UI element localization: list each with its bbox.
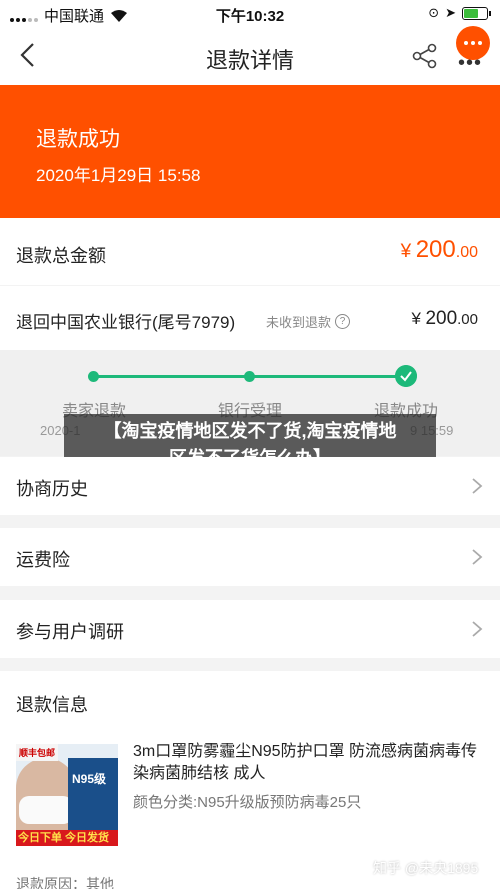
refund-bank-amount: ¥ 200.00 [412,308,478,330]
negotiation-history-label: 协商历史 [16,479,88,499]
amount-integer: 200 [415,236,456,263]
negotiation-history-row[interactable]: 协商历史 [0,457,500,515]
progress-dot [88,371,99,382]
progress-dot [244,371,255,382]
amount-decimal: .00 [455,244,478,261]
shipping-insurance-row[interactable]: 运费险 [0,528,500,586]
refund-status-banner: 退款成功 2020年1月29日 15:58 [0,85,500,218]
product-thumbnail[interactable]: N95级 顺丰包邮 今日下单 今日发货 [16,744,118,846]
shipping-badge: 顺丰包邮 [16,744,59,761]
question-icon: ? [335,314,351,329]
currency-symbol: ¥ [411,309,421,328]
product-spec: 颜色分类:N95升级版预防病毒25只 [133,794,362,811]
chevron-right-icon [472,478,483,494]
chevron-right-icon [472,621,483,637]
rotation-lock-icon: ⊙ [428,5,440,20]
refund-bank-label: 退回中国农业银行(尾号7979) [16,313,236,332]
caption-line: 【淘宝疫情地区发不了货,淘宝疫情地 [103,421,397,441]
clock: 下午10:32 [215,8,285,25]
currency-symbol: ¥ [400,241,412,262]
user-research-row[interactable]: 参与用户调研 [0,600,500,658]
mask-figure [19,796,73,824]
refund-info-section: 退款信息 N95级 顺丰包邮 今日下单 今日发货 3m口罩防雾霾尘N95防护口罩… [0,671,500,889]
not-received-label: 未收到退款 [266,315,332,330]
watermark: 知乎 @未央1895 [373,860,479,876]
location-icon: ➤ [445,5,456,20]
refund-date: 2020年1月29日 15:58 [36,166,201,185]
share-icon[interactable] [411,42,439,70]
chevron-right-icon [472,549,483,565]
box-label: N95级 [72,772,107,786]
same-day-badge: 今日下单 今日发货 [16,830,118,846]
amount-integer: 200 [425,308,458,329]
refund-total-row: 退款总金额 ¥ 200.00 [0,218,500,285]
status-icons: ⊙ ➤ [428,5,491,21]
refund-status: 退款成功 [36,128,120,151]
ellipsis-icon[interactable]: ••• [458,52,482,75]
shipping-insurance-label: 运费险 [16,550,70,570]
product-box: N95级 [68,758,118,840]
refund-total-amount: ¥ 200.00 [401,236,478,264]
battery-icon [462,6,491,20]
refund-info-heading: 退款信息 [16,695,88,715]
user-research-label: 参与用户调研 [16,622,124,642]
amount-decimal: .00 [457,311,478,328]
status-bar: 中国联通 下午10:32 ⊙ ➤ [0,0,500,28]
nav-bar: 退款详情 ••• [0,26,500,85]
product-title[interactable]: 3m口罩防雾霾尘N95防护口罩 防流感病菌病毒传染病菌肺结核 成人 [133,741,485,785]
not-received-link[interactable]: 未收到退款? [266,312,351,331]
refund-reason: 退款原因：其他 [16,876,114,889]
refund-total-label: 退款总金额 [16,246,106,266]
check-icon [395,365,417,387]
refund-bank-row: 退回中国农业银行(尾号7979) 未收到退款? ¥ 200.00 [0,286,500,350]
